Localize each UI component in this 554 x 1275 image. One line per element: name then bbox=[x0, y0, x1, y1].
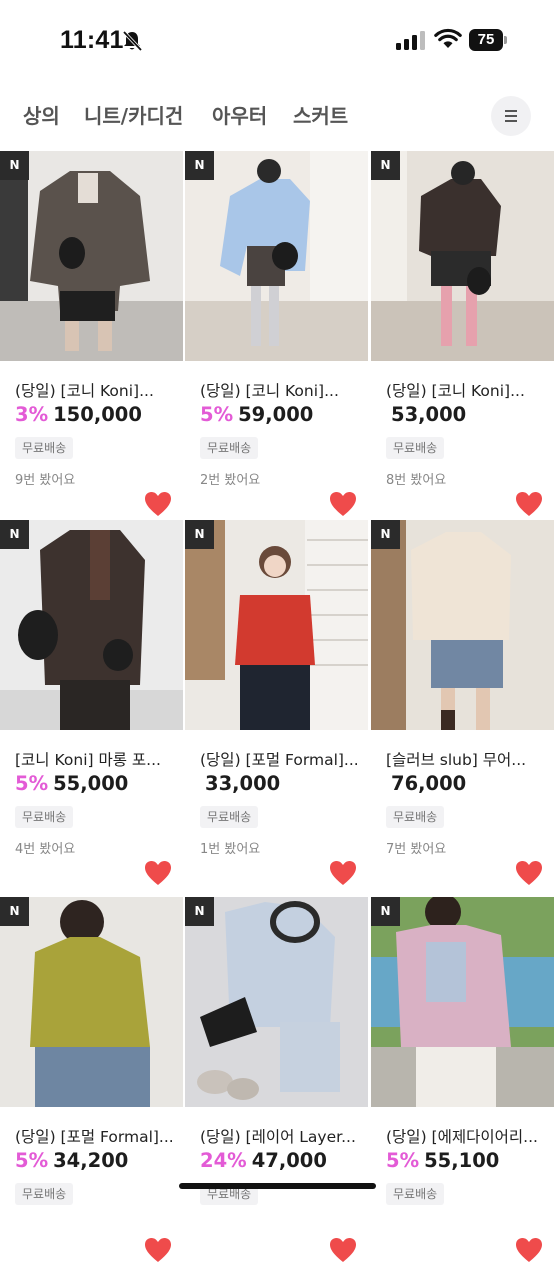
product-price: 33,000 bbox=[205, 772, 281, 795]
heart-icon[interactable] bbox=[329, 491, 357, 517]
wifi-icon bbox=[434, 28, 462, 48]
price-row: 76,000 bbox=[386, 772, 466, 795]
product-card[interactable]: N [코니 Koni] 마롱 포... 5% 55,000 무료배송 4번 봤어요 bbox=[0, 520, 184, 898]
heart-icon[interactable] bbox=[515, 1237, 543, 1263]
discount-rate: 5% bbox=[15, 1149, 49, 1172]
discount-rate: 5% bbox=[386, 1149, 420, 1172]
heart-icon[interactable] bbox=[144, 491, 172, 517]
product-name[interactable]: [슬러브 slub] 무어... bbox=[386, 748, 551, 770]
discount-rate: 24% bbox=[200, 1149, 247, 1172]
new-badge: N bbox=[371, 897, 400, 926]
product-price: 59,000 bbox=[238, 403, 314, 426]
view-count: 1번 봤어요 bbox=[200, 842, 261, 857]
price-row: 5% 34,200 bbox=[15, 1149, 128, 1172]
new-badge: N bbox=[185, 151, 214, 180]
free-shipping-badge: 무료배송 bbox=[386, 437, 445, 459]
discount-rate: 5% bbox=[200, 403, 234, 426]
free-shipping-badge: 무료배송 bbox=[15, 1183, 74, 1205]
heart-icon[interactable] bbox=[329, 1237, 357, 1263]
battery-level: 75 bbox=[469, 29, 503, 51]
product-name[interactable]: (당일) [포멀 Formal]... bbox=[15, 1125, 180, 1147]
free-shipping-badge: 무료배송 bbox=[15, 437, 74, 459]
category-menu-button[interactable] bbox=[491, 96, 531, 136]
discount-rate: 3% bbox=[15, 403, 49, 426]
price-row: 3% 150,000 bbox=[15, 403, 142, 426]
bell-slash-icon bbox=[122, 30, 143, 52]
free-shipping-badge: 무료배송 bbox=[386, 1183, 445, 1205]
product-name[interactable]: (당일) [포멀 Formal]... bbox=[200, 748, 365, 770]
discount-rate: 5% bbox=[15, 772, 49, 795]
product-card[interactable]: N (당일) [포멀 Formal]... 5% 34,200 무료배송 bbox=[0, 897, 184, 1275]
product-name[interactable]: (당일) [에제다이어리... bbox=[386, 1125, 551, 1147]
product-price: 53,000 bbox=[391, 403, 467, 426]
product-card[interactable]: N (당일) [코니 Koni]... 3% 150,000 무료배송 9번 봤어… bbox=[0, 151, 184, 529]
product-card[interactable]: N [슬러브 slub] 무어... 76,000 무료배송 7번 봤어요 bbox=[371, 520, 554, 898]
free-shipping-badge: 무료배송 bbox=[200, 437, 259, 459]
home-indicator[interactable] bbox=[179, 1183, 376, 1189]
heart-icon[interactable] bbox=[515, 491, 543, 517]
product-name[interactable]: (당일) [코니 Koni]... bbox=[386, 379, 551, 401]
product-name[interactable]: [코니 Koni] 마롱 포... bbox=[15, 748, 180, 770]
free-shipping-badge: 무료배송 bbox=[15, 806, 74, 828]
product-image[interactable] bbox=[185, 151, 368, 361]
signal-icon bbox=[396, 31, 425, 50]
new-badge: N bbox=[185, 897, 214, 926]
view-count: 8번 봤어요 bbox=[386, 473, 447, 488]
price-row: 53,000 bbox=[386, 403, 466, 426]
tab-skirt[interactable]: 스커트 bbox=[293, 100, 348, 129]
product-price: 47,000 bbox=[251, 1149, 327, 1172]
product-price: 150,000 bbox=[53, 403, 142, 426]
product-name[interactable]: (당일) [코니 Koni]... bbox=[200, 379, 365, 401]
heart-icon[interactable] bbox=[144, 860, 172, 886]
heart-icon[interactable] bbox=[144, 1237, 172, 1263]
product-image[interactable] bbox=[371, 520, 554, 730]
new-badge: N bbox=[0, 151, 29, 180]
tab-tops[interactable]: 상의 bbox=[23, 100, 60, 129]
product-image[interactable] bbox=[0, 151, 183, 361]
product-image[interactable] bbox=[0, 520, 183, 730]
new-badge: N bbox=[0, 897, 29, 926]
tab-knit-cardigan[interactable]: 니트/카디건 bbox=[84, 100, 183, 129]
product-name[interactable]: (당일) [레이어 Layer... bbox=[200, 1125, 365, 1147]
product-name[interactable]: (당일) [코니 Koni]... bbox=[15, 379, 180, 401]
product-card[interactable]: N (당일) [에제다이어리... 5% 55,100 무료배송 bbox=[371, 897, 554, 1275]
product-image[interactable] bbox=[371, 897, 554, 1107]
product-image[interactable] bbox=[371, 151, 554, 361]
price-row: 24% 47,000 bbox=[200, 1149, 327, 1172]
new-badge: N bbox=[371, 520, 400, 549]
battery-icon: 75 bbox=[469, 29, 507, 51]
view-count: 9번 봤어요 bbox=[15, 473, 76, 488]
free-shipping-badge: 무료배송 bbox=[200, 806, 259, 828]
product-price: 76,000 bbox=[391, 772, 467, 795]
price-row: 5% 59,000 bbox=[200, 403, 313, 426]
category-tabs: 상의 니트/카디건 아우터 스커트 bbox=[0, 96, 554, 138]
product-image[interactable] bbox=[185, 897, 368, 1107]
tab-outer[interactable]: 아우터 bbox=[212, 100, 267, 129]
new-badge: N bbox=[0, 520, 29, 549]
product-image[interactable] bbox=[0, 897, 183, 1107]
product-card[interactable]: N (당일) [포멀 Formal]... 33,000 무료배송 1번 봤어요 bbox=[185, 520, 369, 898]
hamburger-menu-icon bbox=[505, 110, 517, 112]
new-badge: N bbox=[371, 151, 400, 180]
status-time: 11:41 bbox=[60, 26, 124, 54]
product-price: 55,100 bbox=[424, 1149, 500, 1172]
price-row: 5% 55,100 bbox=[386, 1149, 499, 1172]
free-shipping-badge: 무료배송 bbox=[386, 806, 445, 828]
view-count: 4번 봤어요 bbox=[15, 842, 76, 857]
status-bar: 11:41 75 bbox=[0, 0, 554, 84]
price-row: 33,000 bbox=[200, 772, 280, 795]
product-price: 34,200 bbox=[53, 1149, 129, 1172]
product-card[interactable]: N (당일) [코니 Koni]... 5% 59,000 무료배송 2번 봤어요 bbox=[185, 151, 369, 529]
view-count: 7번 봤어요 bbox=[386, 842, 447, 857]
new-badge: N bbox=[185, 520, 214, 549]
product-image[interactable] bbox=[185, 520, 368, 730]
product-price: 55,000 bbox=[53, 772, 129, 795]
price-row: 5% 55,000 bbox=[15, 772, 128, 795]
product-card[interactable]: N (당일) [코니 Koni]... 53,000 무료배송 8번 봤어요 bbox=[371, 151, 554, 529]
heart-icon[interactable] bbox=[329, 860, 357, 886]
view-count: 2번 봤어요 bbox=[200, 473, 261, 488]
heart-icon[interactable] bbox=[515, 860, 543, 886]
product-card[interactable]: N (당일) [레이어 Layer... 24% 47,000 무료배송 bbox=[185, 897, 369, 1275]
